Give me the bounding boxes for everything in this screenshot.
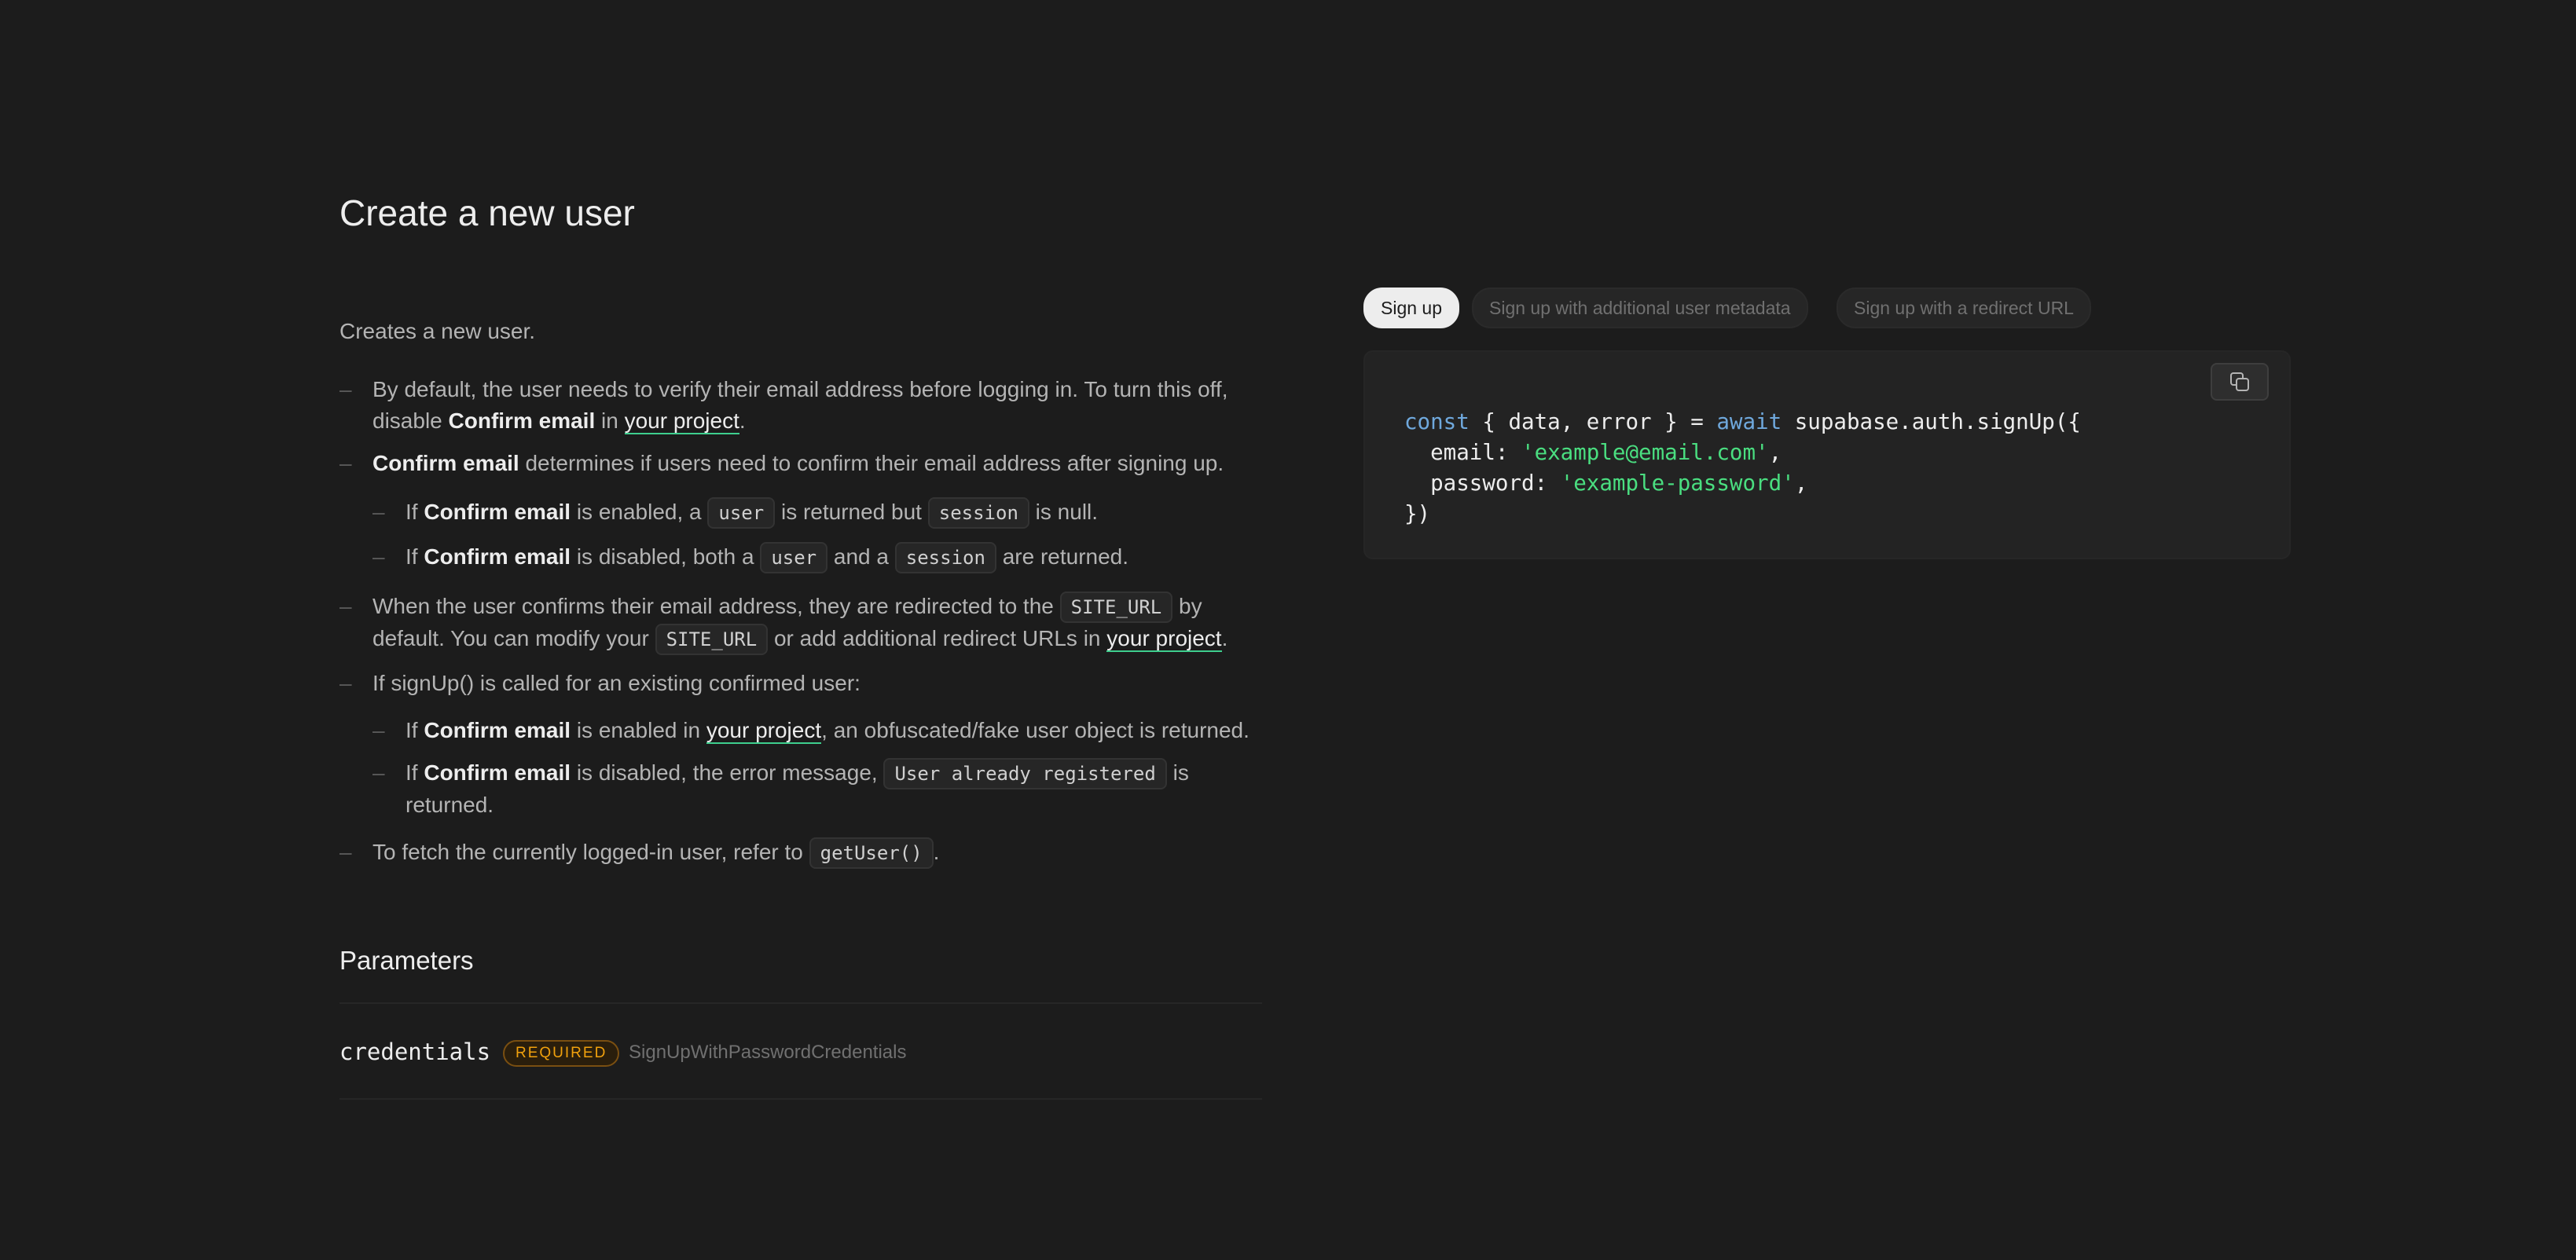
list-item: – To fetch the currently logged-in user,… — [339, 837, 1262, 869]
sub-list: – If Confirm email is enabled in your pr… — [372, 715, 1262, 821]
dash-icon: – — [339, 377, 352, 401]
tab-sign-up[interactable]: Sign up — [1363, 288, 1460, 328]
parameters-heading: Parameters — [339, 946, 474, 975]
inline-code: user — [707, 497, 776, 529]
dash-icon: – — [372, 760, 385, 785]
reference-section: Create a new user Creates a new user. – … — [339, 189, 1262, 1100]
inline-code: getUser() — [809, 837, 934, 869]
inline-code: session — [927, 497, 1029, 529]
parameter-type: SignUpWithPasswordCredentials — [629, 1042, 907, 1063]
inline-code: SITE_URL — [655, 624, 769, 655]
list-item: – When the user confirms their email add… — [339, 591, 1262, 655]
dash-icon: – — [372, 718, 385, 742]
list-item: – If signUp() is called for an existing … — [339, 668, 1262, 821]
tab-sign-up-metadata[interactable]: Sign up with additional user metadata — [1472, 288, 1808, 328]
inline-code: session — [894, 542, 996, 573]
parameter-name: credentials — [339, 1038, 491, 1065]
intro-text: Creates a new user. — [339, 319, 536, 343]
list-item: – If Confirm email is disabled, both a u… — [372, 541, 1262, 573]
list-item: – If Confirm email is enabled, a user is… — [372, 496, 1262, 529]
dash-icon: – — [339, 671, 352, 695]
sub-list: – If Confirm email is enabled, a user is… — [372, 496, 1262, 573]
inline-code: SITE_URL — [1059, 592, 1173, 623]
dash-icon: – — [339, 594, 352, 618]
your-project-link[interactable]: your project — [1106, 626, 1222, 652]
dash-icon: – — [372, 500, 385, 524]
list-item: – By default, the user needs to verify t… — [339, 374, 1262, 437]
list-item: – Confirm email determines if users need… — [339, 448, 1262, 573]
copy-icon — [2230, 372, 2249, 391]
required-badge: REQUIRED — [503, 1040, 620, 1067]
list-item: – If Confirm email is disabled, the erro… — [372, 757, 1262, 821]
tab-sign-up-redirect[interactable]: Sign up with a redirect URL — [1837, 288, 2091, 328]
inline-code: user — [760, 542, 828, 573]
code-snippet: const { data, error } = await supabase.a… — [1404, 409, 2081, 526]
parameter-row: credentials REQUIRED SignUpWithPasswordC… — [339, 1002, 1262, 1100]
page-title: Create a new user — [339, 192, 635, 233]
dash-icon: – — [339, 840, 352, 864]
dash-icon: – — [339, 451, 352, 475]
your-project-link[interactable]: your project — [706, 718, 822, 744]
list-item: – If Confirm email is enabled in your pr… — [372, 715, 1262, 746]
dash-icon: – — [372, 544, 385, 569]
inline-code: User already registered — [883, 758, 1167, 789]
copy-button[interactable] — [2211, 363, 2269, 401]
your-project-link[interactable]: your project — [624, 408, 739, 434]
notes-list: – By default, the user needs to verify t… — [339, 374, 1262, 869]
code-block: const { data, error } = await supabase.a… — [1363, 350, 2291, 559]
